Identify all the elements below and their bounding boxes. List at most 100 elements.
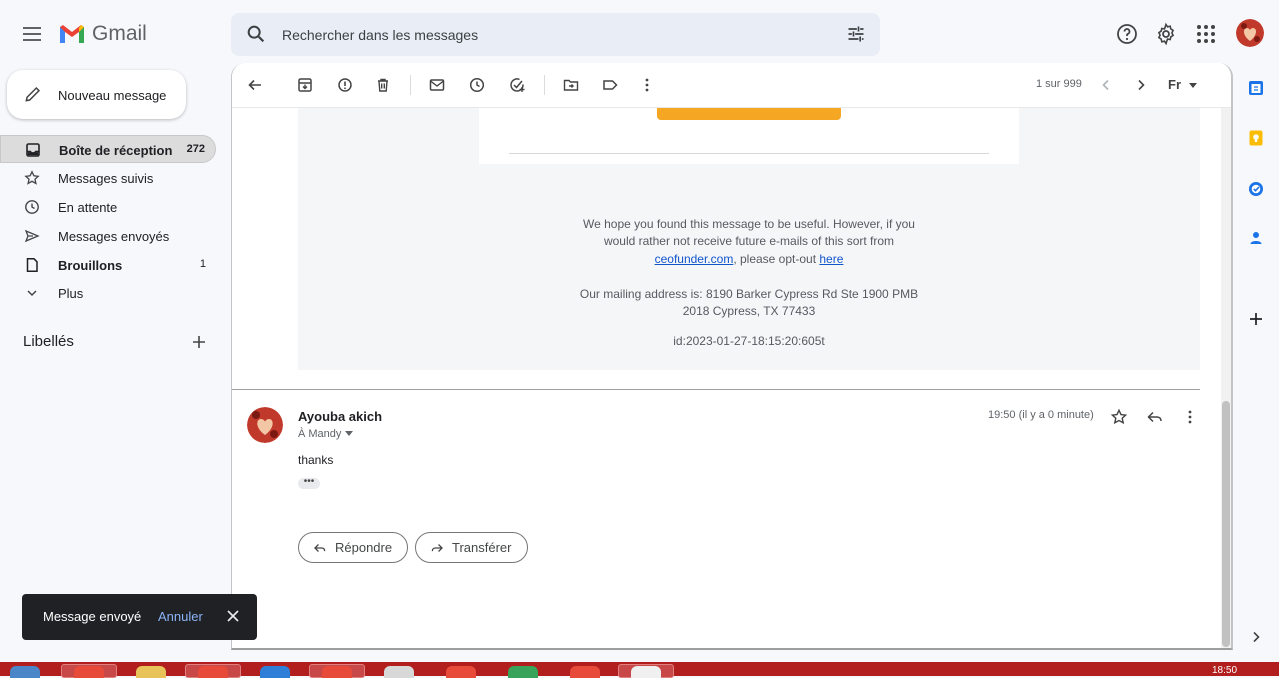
sidebar-item-label: Messages suivis xyxy=(58,171,154,186)
report-spam-icon[interactable] xyxy=(336,76,354,94)
sidebar-item-count: 272 xyxy=(186,143,205,155)
footer-text-line1: We hope you found this message to be use… xyxy=(583,217,915,231)
inbox-icon xyxy=(26,143,40,157)
send-icon xyxy=(24,229,40,243)
archive-icon[interactable] xyxy=(296,76,314,94)
card-divider xyxy=(509,153,989,154)
reply-button[interactable]: Répondre xyxy=(298,532,408,563)
taskbar-clock[interactable]: 18:50 xyxy=(1212,665,1237,676)
caret-down-icon xyxy=(1188,82,1197,88)
sidebar-item-starred[interactable]: Messages suivis xyxy=(0,164,216,193)
sidebar-item-count: 1 xyxy=(199,258,206,270)
chrome-icon[interactable] xyxy=(570,666,600,678)
recipient-toggle[interactable]: À Mandy xyxy=(298,428,354,440)
scrollbar-thumb[interactable] xyxy=(1222,401,1230,647)
close-icon[interactable] xyxy=(226,609,240,623)
add-addon-icon[interactable] xyxy=(1247,310,1265,328)
forward-button[interactable]: Transférer xyxy=(415,532,528,563)
snackbar: Message envoyé Annuler xyxy=(22,594,257,640)
gmail-m-icon xyxy=(60,25,84,43)
message-panel: 1 sur 999 Fr We hope you found this mess… xyxy=(231,63,1233,650)
labels-heading: Libellés xyxy=(23,333,74,350)
sidebar-item-inbox[interactable]: Boîte de réception 272 xyxy=(0,135,216,163)
sidebar-item-label: Brouillons xyxy=(58,258,123,273)
help-icon[interactable] xyxy=(1115,22,1139,46)
optout-link[interactable]: here xyxy=(819,252,843,266)
message-divider xyxy=(232,389,1200,390)
more-vertical-icon[interactable] xyxy=(1181,408,1199,426)
chevron-down-icon xyxy=(27,290,37,297)
undo-button[interactable]: Annuler xyxy=(158,609,203,624)
chrome-icon xyxy=(74,666,104,678)
reply-label: Répondre xyxy=(335,540,393,555)
compose-label: Nouveau message xyxy=(58,88,167,103)
toolbar-divider xyxy=(544,75,545,95)
email-footer: We hope you found this message to be use… xyxy=(298,89,1200,370)
email-content-card xyxy=(479,89,1019,164)
sender-avatar[interactable] xyxy=(247,407,283,443)
account-avatar[interactable] xyxy=(1236,19,1264,47)
delete-trash-icon[interactable] xyxy=(374,76,392,94)
document-icon[interactable] xyxy=(384,666,414,678)
footer-text-line3: ceofunder.com, please opt-out here xyxy=(298,251,1200,269)
search-icon[interactable] xyxy=(245,23,267,45)
search-bar[interactable]: Rechercher dans les messages xyxy=(231,13,880,56)
draft-icon xyxy=(26,258,38,272)
store-icon[interactable] xyxy=(508,666,538,678)
newer-chevron-left-icon[interactable] xyxy=(1097,76,1115,94)
show-trimmed-content-button[interactable]: ••• xyxy=(298,477,320,489)
sender-name[interactable]: Ayouba akich xyxy=(298,409,382,424)
back-arrow-icon[interactable] xyxy=(246,76,264,94)
settings-gear-icon[interactable] xyxy=(1154,22,1178,46)
contacts-icon[interactable] xyxy=(1247,229,1265,247)
chrome-icon xyxy=(198,666,228,678)
older-chevron-right-icon[interactable] xyxy=(1132,76,1150,94)
sidebar-item-label: Messages envoyés xyxy=(58,229,170,244)
folder-icon[interactable] xyxy=(136,666,166,678)
mark-unread-icon[interactable] xyxy=(428,76,446,94)
window-top-strip xyxy=(0,0,1279,6)
input-tools-button[interactable]: Fr xyxy=(1168,77,1197,92)
sidebar-item-label: Boîte de réception xyxy=(59,143,173,158)
search-input[interactable]: Rechercher dans les messages xyxy=(282,27,478,43)
keep-notes-icon[interactable] xyxy=(1247,129,1265,147)
site-link[interactable]: ceofunder.com xyxy=(655,252,734,266)
search-options-icon[interactable] xyxy=(846,24,866,44)
chrome-icon[interactable] xyxy=(446,666,476,678)
recipient-text: À Mandy xyxy=(298,428,342,440)
sidebar-item-label: Plus xyxy=(58,286,84,301)
reply-icon[interactable] xyxy=(1146,408,1164,426)
browser-icon[interactable] xyxy=(260,666,290,678)
star-icon[interactable] xyxy=(1110,408,1128,426)
sidebar-item-sent[interactable]: Messages envoyés xyxy=(0,222,216,251)
message-id: id:2023-01-27-18:15:20:605t xyxy=(673,334,825,348)
caret-down-icon xyxy=(345,431,354,436)
compose-button[interactable]: Nouveau message xyxy=(7,70,186,119)
add-label-icon[interactable] xyxy=(190,333,208,351)
optout-text: , please opt-out xyxy=(733,252,820,266)
apps-grid-icon[interactable] xyxy=(1194,22,1218,46)
message-time: 19:50 (il y a 0 minute) xyxy=(988,409,1094,421)
message-body: thanks xyxy=(298,453,334,467)
sidebar-item-more[interactable]: Plus xyxy=(0,279,216,308)
tasks-icon[interactable] xyxy=(1247,180,1265,198)
sidebar-item-snoozed[interactable]: En attente xyxy=(0,193,216,222)
reply-icon xyxy=(314,543,326,552)
add-task-icon[interactable] xyxy=(508,76,526,94)
sidebar-item-drafts[interactable]: Brouillons 1 xyxy=(0,251,216,280)
mailing-address-line2: 2018 Cypress, TX 77433 xyxy=(682,304,816,318)
expand-panel-chevron-icon[interactable] xyxy=(1247,628,1265,646)
sidebar-item-label: En attente xyxy=(58,200,118,215)
pagination-text: 1 sur 999 xyxy=(1036,78,1082,90)
mailing-address-line1: Our mailing address is: 8190 Barker Cypr… xyxy=(579,287,919,301)
main-menu-icon[interactable] xyxy=(20,22,44,46)
gmail-logo[interactable]: Gmail xyxy=(58,22,147,46)
calendar-icon[interactable] xyxy=(1247,79,1265,97)
move-to-folder-icon[interactable] xyxy=(562,76,580,94)
toolbar-divider xyxy=(410,75,411,95)
snooze-clock-icon[interactable] xyxy=(468,76,486,94)
label-tag-icon[interactable] xyxy=(601,76,619,94)
more-vertical-icon[interactable] xyxy=(638,76,656,94)
start-orb-icon[interactable] xyxy=(10,666,40,678)
star-icon xyxy=(24,170,40,185)
